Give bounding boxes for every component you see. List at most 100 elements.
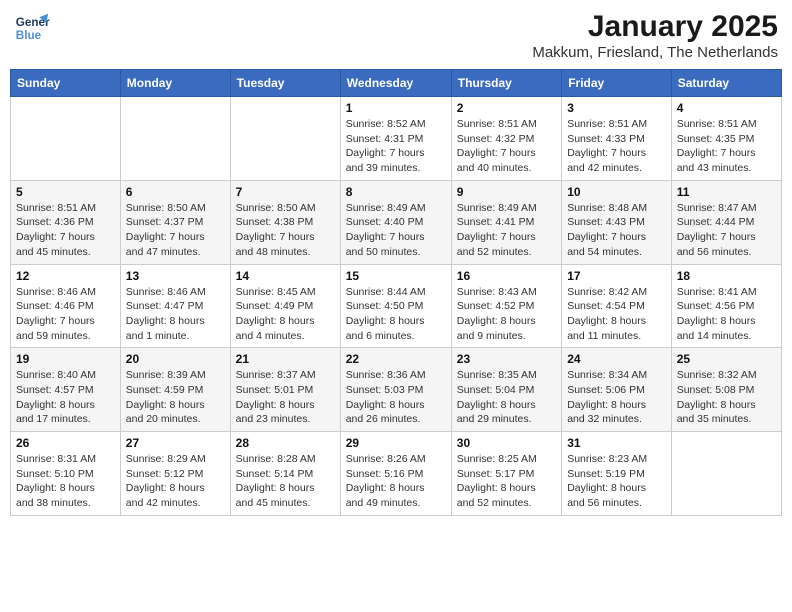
- page-header: General Blue January 2025 Makkum, Friesl…: [10, 10, 782, 61]
- day-number: 24: [567, 352, 666, 366]
- day-number: 31: [567, 436, 666, 450]
- day-info: Sunrise: 8:49 AM Sunset: 4:40 PM Dayligh…: [346, 201, 446, 260]
- day-number: 29: [346, 436, 446, 450]
- day-number: 14: [236, 269, 335, 283]
- day-number: 22: [346, 352, 446, 366]
- calendar-cell: [11, 97, 121, 181]
- calendar-cell: 12Sunrise: 8:46 AM Sunset: 4:46 PM Dayli…: [11, 264, 121, 348]
- calendar-cell: 5Sunrise: 8:51 AM Sunset: 4:36 PM Daylig…: [11, 180, 121, 264]
- calendar-cell: 1Sunrise: 8:52 AM Sunset: 4:31 PM Daylig…: [340, 97, 451, 181]
- day-info: Sunrise: 8:46 AM Sunset: 4:46 PM Dayligh…: [16, 285, 115, 344]
- day-info: Sunrise: 8:51 AM Sunset: 4:33 PM Dayligh…: [567, 117, 666, 176]
- calendar-cell: 18 Sunrise: 8:41 AM Sunset: 4:56 PM Dayli…: [671, 264, 781, 348]
- day-info: Sunrise: 8:50 AM Sunset: 4:37 PM Dayligh…: [126, 201, 225, 260]
- calendar-cell: 11 Sunrise: 8:47 AM Sunset: 4:44 PM Dayli…: [671, 180, 781, 264]
- day-info: Sunrise: 8:46 AM Sunset: 4:47 PM Dayligh…: [126, 285, 225, 344]
- header-day-sunday: Sunday: [11, 70, 121, 97]
- day-number: 9: [457, 185, 556, 199]
- day-info: Sunrise: 8:50 AM Sunset: 4:38 PM Dayligh…: [236, 201, 335, 260]
- calendar-cell: 10 Sunrise: 8:48 AM Sunset: 4:43 PM Dayli…: [562, 180, 672, 264]
- day-info: Sunrise: 8:35 AM Sunset: 5:04 PM Dayligh…: [457, 368, 556, 427]
- day-number: 26: [16, 436, 115, 450]
- day-info: Sunrise: 8:51 AM Sunset: 4:36 PM Dayligh…: [16, 201, 115, 260]
- day-info: Sunrise: 8:40 AM Sunset: 4:57 PM Dayligh…: [16, 368, 115, 427]
- calendar-cell: 30Sunrise: 8:25 AM Sunset: 5:17 PM Dayli…: [451, 432, 561, 516]
- day-info: Sunrise: 8:43 AM Sunset: 4:52 PM Dayligh…: [457, 285, 556, 344]
- day-info: Sunrise: 8:42 AM Sunset: 4:54 PM Dayligh…: [567, 285, 666, 344]
- calendar-cell: 9Sunrise: 8:49 AM Sunset: 4:41 PM Daylig…: [451, 180, 561, 264]
- day-info: Sunrise: 8:48 AM Sunset: 4:43 PM Dayligh…: [567, 201, 666, 260]
- day-info: Sunrise: 8:32 AM Sunset: 5:08 PM Dayligh…: [677, 368, 776, 427]
- week-row-5: 26 Sunrise: 8:31 AM Sunset: 5:10 PM Dayli…: [11, 432, 782, 516]
- day-number: 30: [457, 436, 556, 450]
- calendar-cell: [230, 97, 340, 181]
- calendar-cell: 13 Sunrise: 8:46 AM Sunset: 4:47 PM Dayli…: [120, 264, 230, 348]
- day-info: Sunrise: 8:36 AM Sunset: 5:03 PM Dayligh…: [346, 368, 446, 427]
- day-number: 20: [126, 352, 225, 366]
- day-info: Sunrise: 8:44 AM Sunset: 4:50 PM Dayligh…: [346, 285, 446, 344]
- calendar-cell: 21 Sunrise: 8:37 AM Sunset: 5:01 PM Dayli…: [230, 348, 340, 432]
- day-info: Sunrise: 8:26 AM Sunset: 5:16 PM Dayligh…: [346, 452, 446, 511]
- calendar-cell: 24Sunrise: 8:34 AM Sunset: 5:06 PM Dayli…: [562, 348, 672, 432]
- calendar-cell: [120, 97, 230, 181]
- day-number: 8: [346, 185, 446, 199]
- week-row-4: 19 Sunrise: 8:40 AM Sunset: 4:57 PM Dayli…: [11, 348, 782, 432]
- day-number: 23: [457, 352, 556, 366]
- header-day-thursday: Thursday: [451, 70, 561, 97]
- day-info: Sunrise: 8:23 AM Sunset: 5:19 PM Dayligh…: [567, 452, 666, 511]
- day-number: 3: [567, 101, 666, 115]
- calendar-cell: 28Sunrise: 8:28 AM Sunset: 5:14 PM Dayli…: [230, 432, 340, 516]
- day-number: 2: [457, 101, 556, 115]
- day-number: 16: [457, 269, 556, 283]
- calendar-cell: 6 Sunrise: 8:50 AM Sunset: 4:37 PM Daylig…: [120, 180, 230, 264]
- header-row: SundayMondayTuesdayWednesdayThursdayFrid…: [11, 70, 782, 97]
- calendar-header: SundayMondayTuesdayWednesdayThursdayFrid…: [11, 70, 782, 97]
- day-info: Sunrise: 8:41 AM Sunset: 4:56 PM Dayligh…: [677, 285, 776, 344]
- calendar-cell: 31 Sunrise: 8:23 AM Sunset: 5:19 PM Dayli…: [562, 432, 672, 516]
- calendar-cell: 22 Sunrise: 8:36 AM Sunset: 5:03 PM Dayli…: [340, 348, 451, 432]
- day-number: 11: [677, 185, 776, 199]
- week-row-3: 12Sunrise: 8:46 AM Sunset: 4:46 PM Dayli…: [11, 264, 782, 348]
- day-number: 15: [346, 269, 446, 283]
- header-day-tuesday: Tuesday: [230, 70, 340, 97]
- title-block: January 2025 Makkum, Friesland, The Neth…: [532, 10, 778, 61]
- calendar-cell: 26 Sunrise: 8:31 AM Sunset: 5:10 PM Dayli…: [11, 432, 121, 516]
- calendar-cell: 2Sunrise: 8:51 AM Sunset: 4:32 PM Daylig…: [451, 97, 561, 181]
- svg-text:Blue: Blue: [16, 29, 42, 42]
- day-number: 28: [236, 436, 335, 450]
- week-row-2: 5Sunrise: 8:51 AM Sunset: 4:36 PM Daylig…: [11, 180, 782, 264]
- calendar-cell: 19 Sunrise: 8:40 AM Sunset: 4:57 PM Dayli…: [11, 348, 121, 432]
- day-info: Sunrise: 8:37 AM Sunset: 5:01 PM Dayligh…: [236, 368, 335, 427]
- logo: General Blue: [14, 10, 50, 46]
- day-number: 7: [236, 185, 335, 199]
- header-day-saturday: Saturday: [671, 70, 781, 97]
- day-number: 10: [567, 185, 666, 199]
- day-number: 21: [236, 352, 335, 366]
- day-number: 18: [677, 269, 776, 283]
- day-number: 17: [567, 269, 666, 283]
- day-info: Sunrise: 8:39 AM Sunset: 4:59 PM Dayligh…: [126, 368, 225, 427]
- day-number: 6: [126, 185, 225, 199]
- day-info: Sunrise: 8:45 AM Sunset: 4:49 PM Dayligh…: [236, 285, 335, 344]
- calendar-cell: 4Sunrise: 8:51 AM Sunset: 4:35 PM Daylig…: [671, 97, 781, 181]
- day-number: 27: [126, 436, 225, 450]
- day-info: Sunrise: 8:31 AM Sunset: 5:10 PM Dayligh…: [16, 452, 115, 511]
- day-number: 13: [126, 269, 225, 283]
- day-info: Sunrise: 8:51 AM Sunset: 4:35 PM Dayligh…: [677, 117, 776, 176]
- header-day-friday: Friday: [562, 70, 672, 97]
- calendar-cell: 29 Sunrise: 8:26 AM Sunset: 5:16 PM Dayli…: [340, 432, 451, 516]
- calendar-cell: 25 Sunrise: 8:32 AM Sunset: 5:08 PM Dayli…: [671, 348, 781, 432]
- calendar-cell: 8 Sunrise: 8:49 AM Sunset: 4:40 PM Daylig…: [340, 180, 451, 264]
- calendar-cell: 17 Sunrise: 8:42 AM Sunset: 4:54 PM Dayli…: [562, 264, 672, 348]
- logo-icon: General Blue: [14, 10, 50, 46]
- page-subtitle: Makkum, Friesland, The Netherlands: [532, 44, 778, 61]
- calendar-cell: 14 Sunrise: 8:45 AM Sunset: 4:49 PM Dayli…: [230, 264, 340, 348]
- day-info: Sunrise: 8:52 AM Sunset: 4:31 PM Dayligh…: [346, 117, 446, 176]
- calendar-cell: [671, 432, 781, 516]
- day-number: 19: [16, 352, 115, 366]
- week-row-1: 1Sunrise: 8:52 AM Sunset: 4:31 PM Daylig…: [11, 97, 782, 181]
- day-number: 25: [677, 352, 776, 366]
- day-info: Sunrise: 8:47 AM Sunset: 4:44 PM Dayligh…: [677, 201, 776, 260]
- calendar-cell: 3 Sunrise: 8:51 AM Sunset: 4:33 PM Daylig…: [562, 97, 672, 181]
- header-day-wednesday: Wednesday: [340, 70, 451, 97]
